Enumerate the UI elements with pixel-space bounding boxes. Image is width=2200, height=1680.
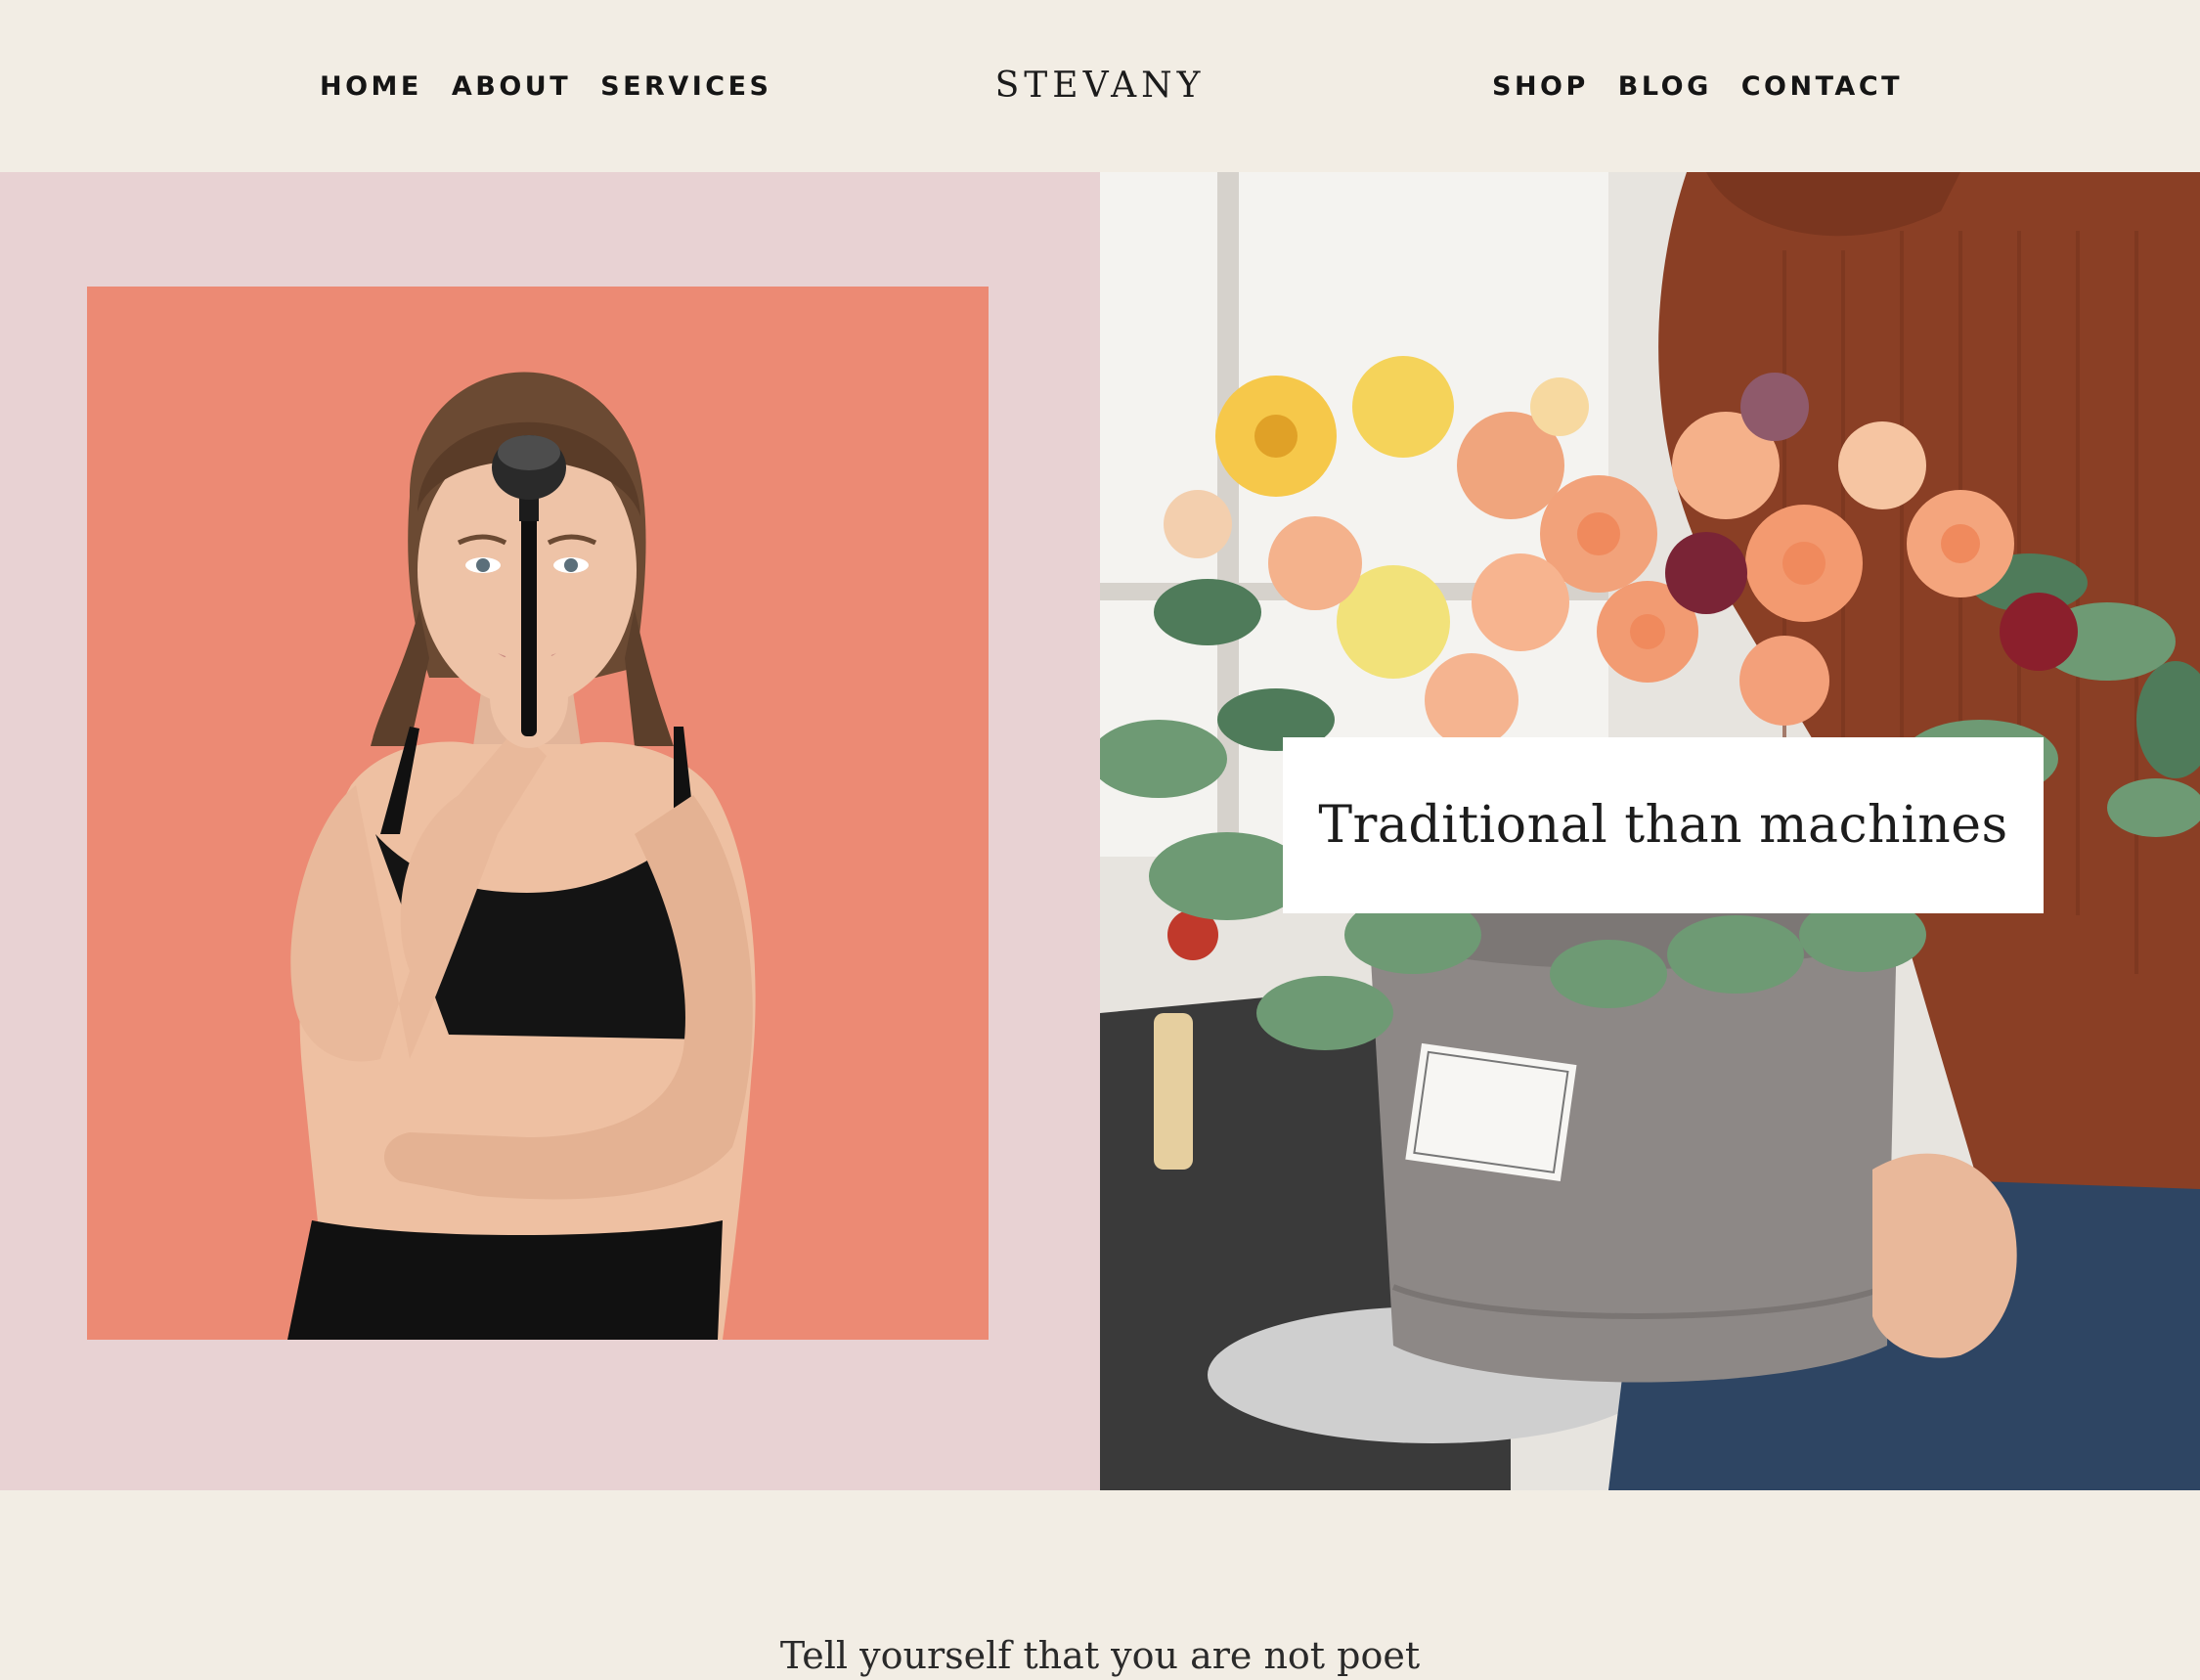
nav-shop-link[interactable]: SHOP [1492,67,1589,107]
nav-blog-link[interactable]: BLOG [1618,67,1712,107]
portrait-image [87,287,989,1340]
hero-right-panel: Traditional than machines [1100,172,2200,1490]
nav-contact-link[interactable]: CONTACT [1741,67,1903,107]
intro-tagline: Tell yourself that you are not poet [779,1634,1421,1677]
nav-services-link[interactable]: SERVICES [600,67,771,107]
site-logo[interactable]: STEVANY [995,66,1206,106]
nav-home-link[interactable]: HOME [320,67,422,107]
primary-nav-left: HOME ABOUT SERVICES [320,67,771,107]
hero-caption: Traditional than machines [1318,796,2008,855]
site-header: HOME ABOUT SERVICES STEVANY SHOP BLOG CO… [0,0,2200,172]
hero-caption-card[interactable]: Traditional than machines [1283,737,2044,913]
hero-left-panel [0,172,1100,1490]
portrait-illustration [287,372,756,1340]
nav-about-link[interactable]: ABOUT [452,67,571,107]
primary-nav-right: SHOP BLOG CONTACT [1492,67,1903,107]
